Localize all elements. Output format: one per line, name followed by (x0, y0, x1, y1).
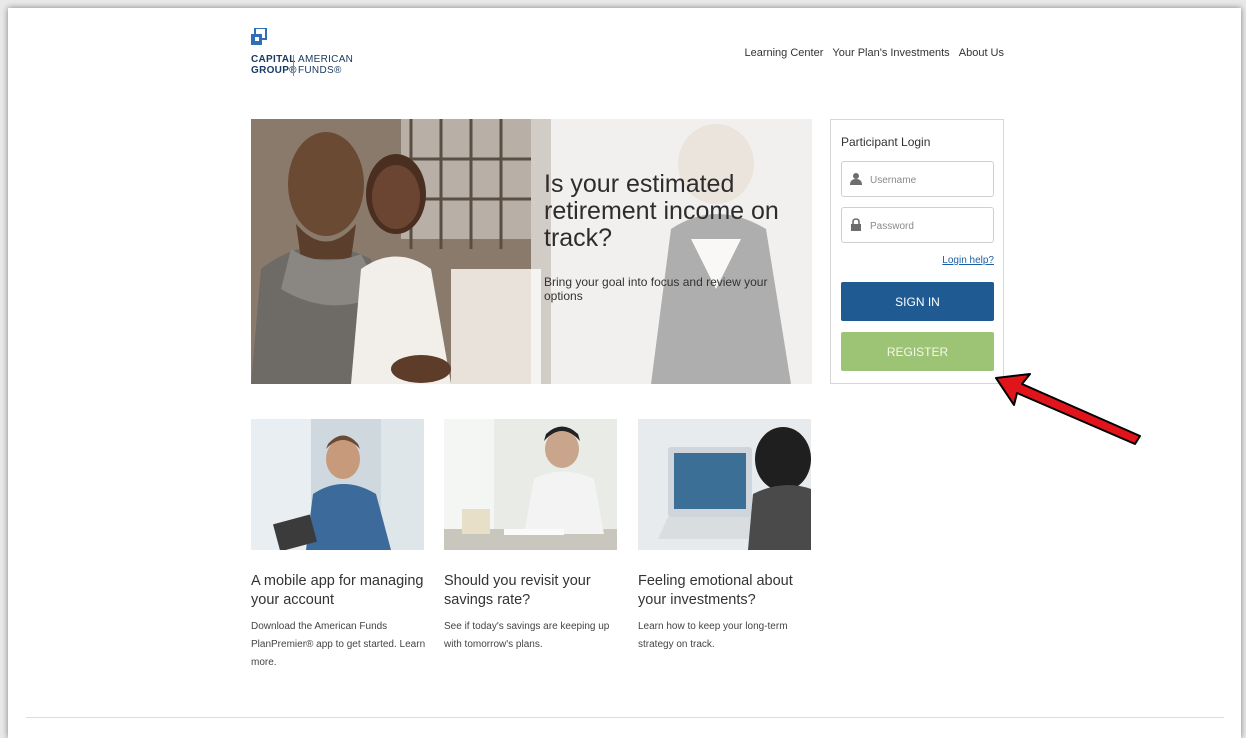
register-button[interactable]: REGISTER (841, 332, 994, 371)
brand-divider (293, 55, 294, 76)
top-navigation: Learning Center Your Plan's Investments … (738, 47, 1004, 59)
card-emotional-investments-text: Learn how to keep your long-term strateg… (638, 621, 788, 650)
password-field[interactable] (841, 207, 994, 244)
hero-title: Is your estimated retirement income on t… (544, 170, 779, 252)
login-title: Participant Login (841, 135, 931, 149)
footer-divider (26, 717, 1224, 718)
card-mobile-app-text: Download the American Funds PlanPremier®… (251, 621, 426, 668)
user-icon (850, 173, 862, 185)
card-mobile-app[interactable]: A mobile app for managing your account D… (251, 419, 426, 672)
brand-name-left-line2: GROUP® (251, 65, 297, 76)
card-savings-rate[interactable]: Should you revisit your savings rate? Se… (444, 419, 619, 654)
brand-name-right-line2: FUNDS® (298, 65, 342, 76)
card-mobile-app-image (251, 419, 424, 552)
hero-subtitle: Bring your goal into focus and review yo… (544, 275, 768, 303)
card-emotional-investments-title: Feeling emotional about your investments… (638, 573, 793, 608)
participant-login-panel: Participant Login Login help? SIGN IN RE… (830, 119, 1004, 384)
card-savings-rate-text: See if today's savings are keeping up wi… (444, 621, 610, 650)
nav-learning-center[interactable]: Learning Center (744, 47, 823, 59)
red-arrow-annotation-icon (995, 373, 1141, 445)
login-help-link[interactable]: Login help? (942, 255, 994, 266)
card-emotional-investments-image (638, 419, 811, 550)
username-field[interactable] (841, 161, 994, 198)
card-savings-rate-image (444, 419, 617, 550)
card-savings-rate-title: Should you revisit your savings rate? (444, 573, 591, 608)
brand-name-left: CAPITAL GROUP® (251, 54, 297, 76)
password-input[interactable] (868, 208, 992, 244)
capital-group-logo-icon (251, 28, 267, 45)
card-emotional-investments[interactable]: Feeling emotional about your investments… (638, 419, 813, 654)
nav-about-us[interactable]: About Us (959, 47, 1004, 59)
card-mobile-app-title: A mobile app for managing your account (251, 573, 424, 608)
username-input[interactable] (868, 162, 992, 198)
sign-in-button[interactable]: SIGN IN (841, 282, 994, 321)
lock-icon (851, 218, 861, 231)
brand-name-left-line1: CAPITAL (251, 54, 296, 65)
brand-name-right: AMERICAN FUNDS® (298, 54, 353, 76)
hero-banner[interactable]: Is your estimated retirement income on t… (251, 119, 812, 384)
brand-logo[interactable]: CAPITAL GROUP® AMERICAN FUNDS® (251, 28, 361, 80)
nav-plan-investments[interactable]: Your Plan's Investments (832, 47, 949, 59)
brand-name-right-line1: AMERICAN (298, 54, 354, 65)
